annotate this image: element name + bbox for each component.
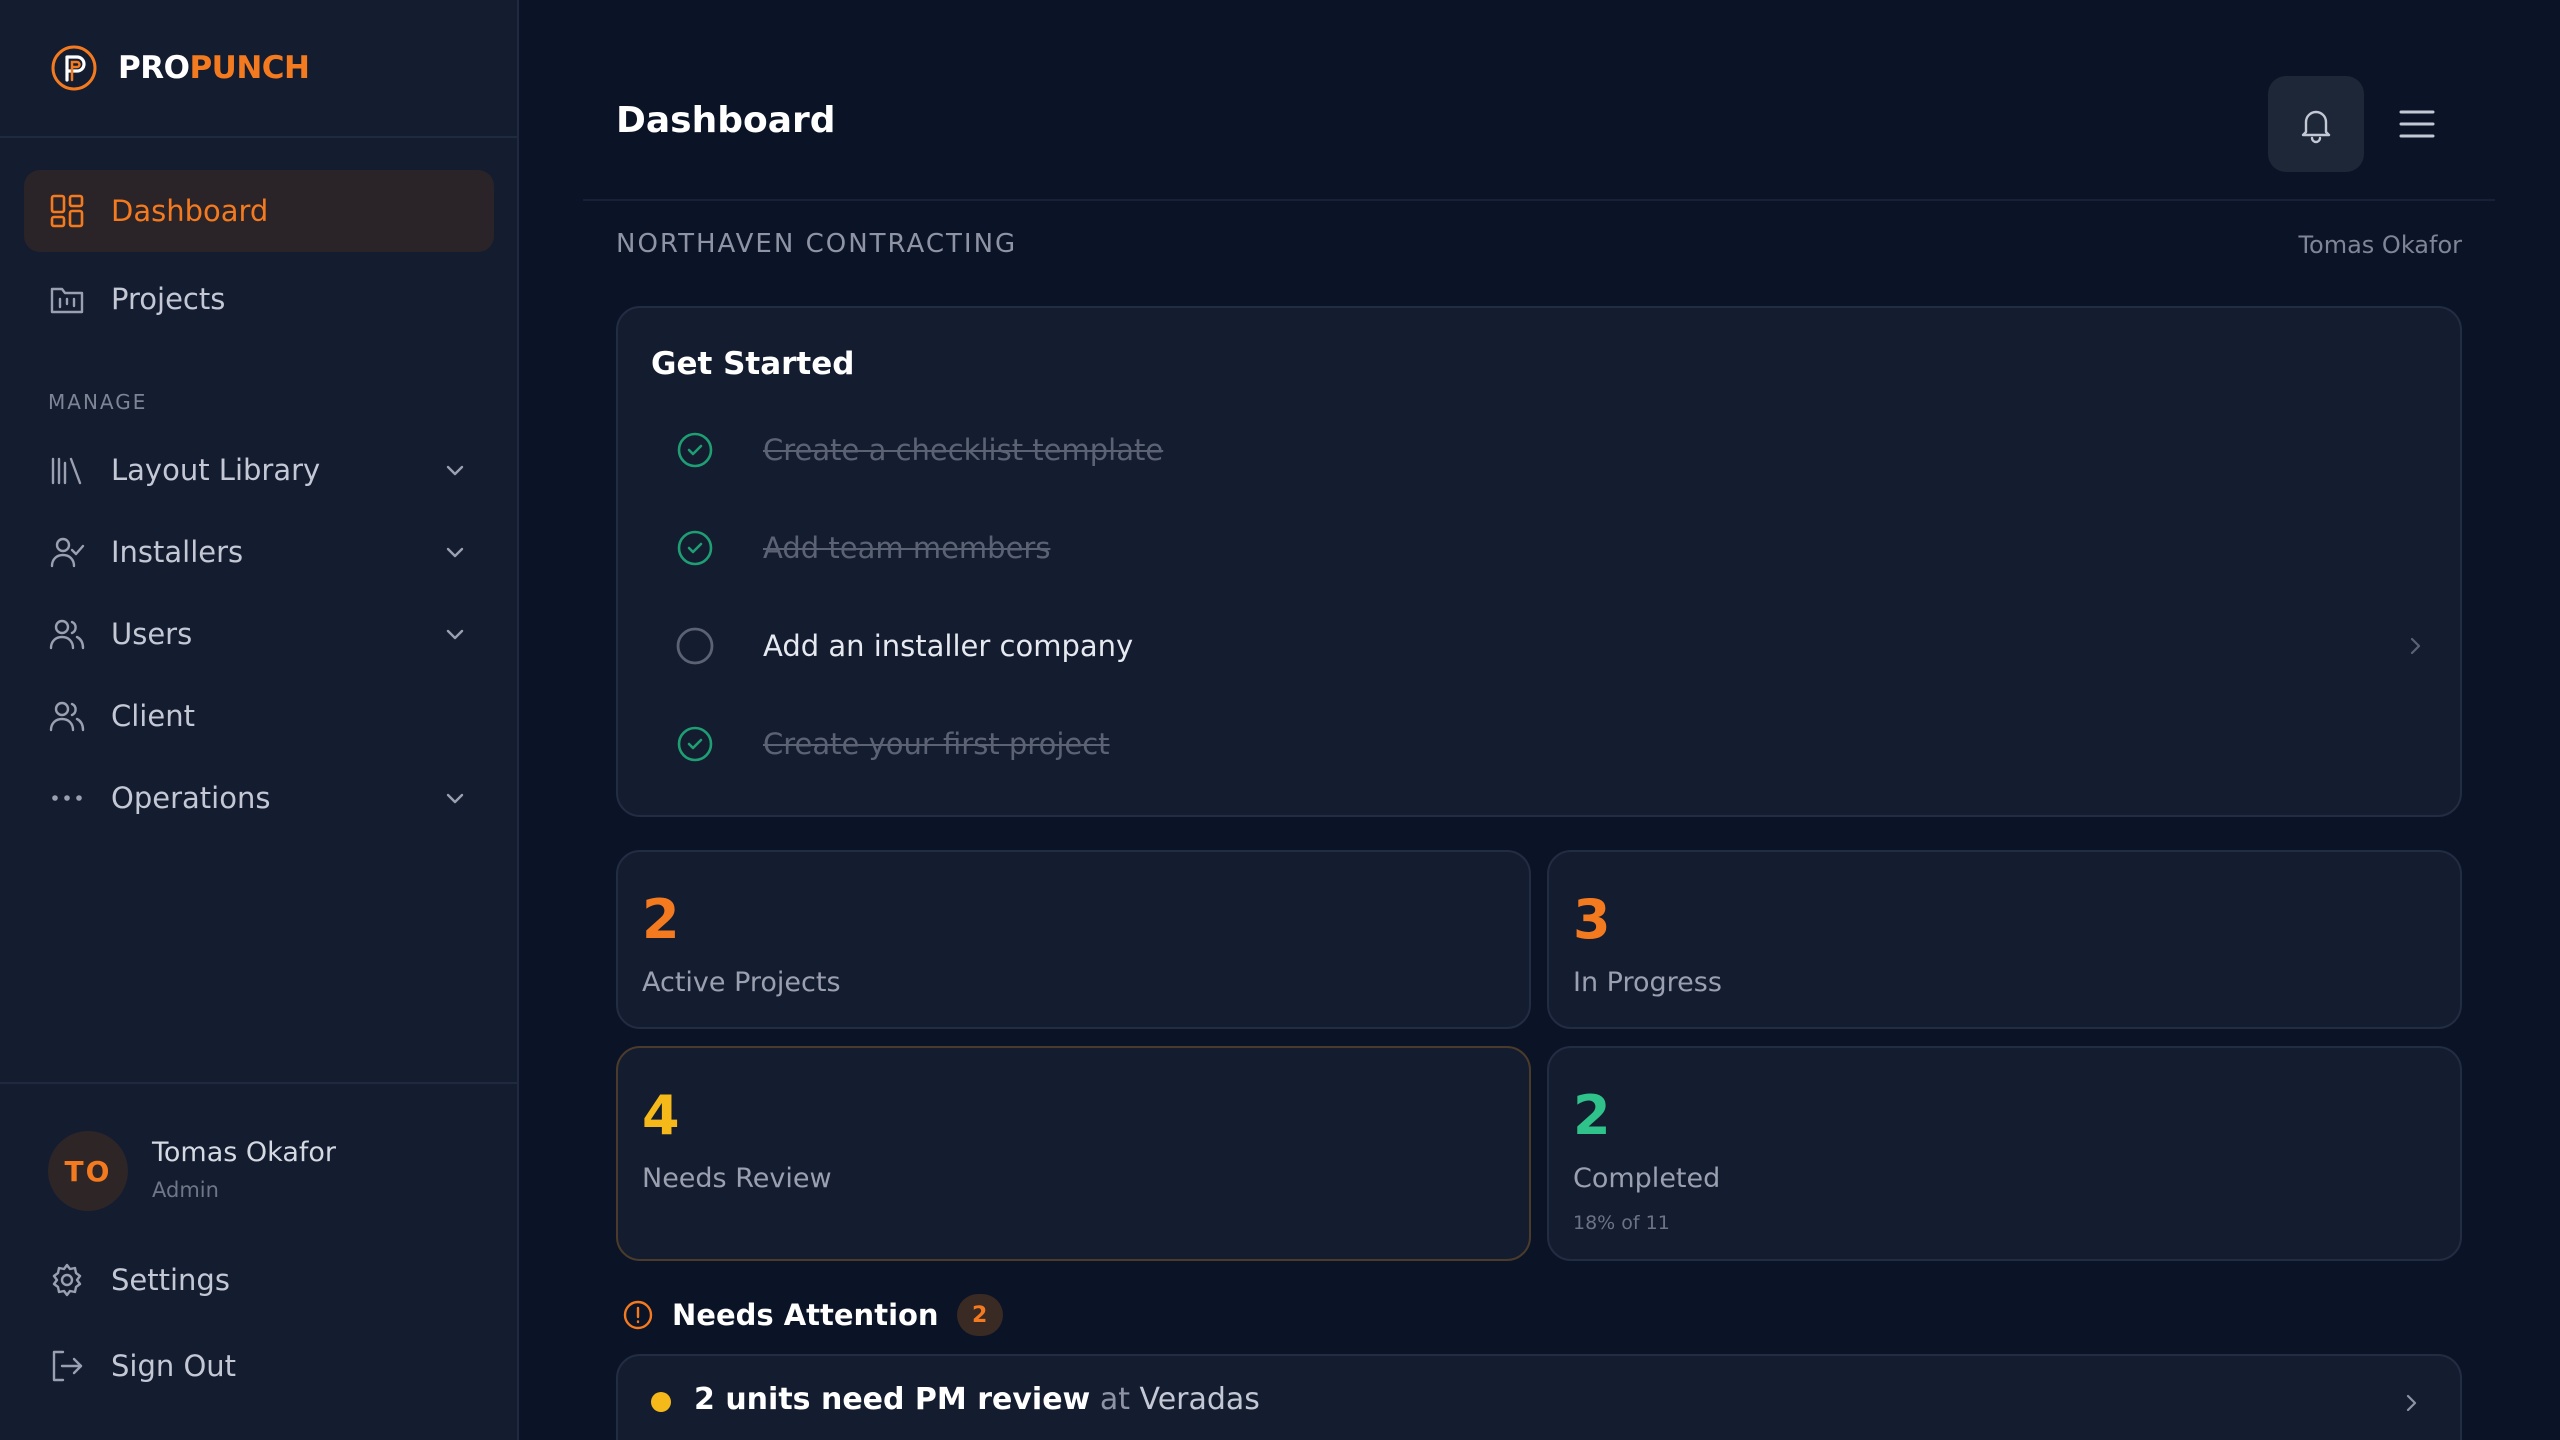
sidebar-item-dashboard[interactable]: Dashboard (24, 170, 494, 252)
checklist-item-label: Add team members (763, 531, 1051, 565)
brand-logo[interactable]: PROPUNCH (48, 42, 310, 94)
header-divider (583, 199, 2495, 201)
checklist-item-add-installer[interactable]: Add an installer company (675, 616, 2435, 676)
sidebar-item-label: Dashboard (111, 194, 269, 228)
notifications-button[interactable] (2268, 76, 2364, 172)
user-name: Tomas Okafor (152, 1137, 337, 1168)
page-title: Dashboard (616, 100, 836, 141)
stat-sub-label: 18% of 11 (1573, 1212, 1670, 1234)
check-circle-icon (677, 726, 713, 762)
user-role: Admin (152, 1178, 219, 1202)
organization-name: NORTHAVEN CONTRACTING (616, 229, 1018, 259)
library-icon (51, 457, 82, 485)
get-started-card: Get Started Create a checklist template … (616, 306, 2462, 817)
checklist-item[interactable]: Add team members (675, 518, 2435, 578)
sidebar-item-operations[interactable]: Operations (24, 757, 494, 839)
projects-folder-icon (50, 287, 84, 314)
app-root: PROPUNCH Dashboard Projects MANAGE Layou… (0, 0, 2560, 1440)
chevron-down-icon (446, 547, 464, 558)
sign-out-icon (52, 1350, 83, 1382)
attention-item-text: 2 units need PM review at Veradas (694, 1382, 1260, 1417)
stat-value: 3 (1573, 888, 1611, 951)
stat-label: In Progress (1573, 967, 1722, 998)
needs-attention-count-badge: 2 (956, 1294, 1003, 1336)
check-circle-icon (677, 530, 713, 566)
main-content: Dashboard NORTHAVEN CONTRACTING Tomas Ok… (583, 0, 2495, 1440)
stat-card-needs-review[interactable]: 4 Needs Review (616, 1046, 1531, 1261)
sidebar-section-label: MANAGE (48, 390, 148, 414)
checklist-item[interactable]: Create your first project (675, 714, 2435, 774)
dashboard-grid-icon (50, 194, 84, 228)
stat-value: 2 (642, 888, 680, 951)
stat-label: Needs Review (642, 1163, 832, 1194)
avatar: TO (48, 1131, 128, 1211)
attention-item[interactable]: 2 units need PM review at Veradas (616, 1354, 2462, 1440)
stat-value: 4 (642, 1084, 680, 1147)
checklist-item[interactable]: Create a checklist template (675, 420, 2435, 480)
sidebar-item-label: Settings (111, 1263, 230, 1297)
needs-attention-title: Needs Attention (672, 1298, 939, 1332)
chevron-right-icon (2410, 637, 2421, 655)
checklist-item-label: Create a checklist template (763, 433, 1164, 467)
empty-circle-icon (676, 627, 714, 665)
stat-card-active-projects[interactable]: 2 Active Projects (616, 850, 1531, 1029)
sidebar-item-client[interactable]: Client (24, 675, 494, 757)
organization-user: Tomas Okafor (2298, 231, 2462, 259)
status-dot (651, 1392, 671, 1412)
propunch-logo-icon (51, 45, 97, 91)
installer-user-check-icon (50, 537, 85, 568)
stat-card-in-progress[interactable]: 3 In Progress (1547, 850, 2462, 1029)
bell-icon (2301, 110, 2331, 144)
chevron-down-icon (446, 793, 464, 804)
sidebar-item-users[interactable]: Users (24, 593, 494, 675)
gear-icon (52, 1263, 82, 1297)
alert-circle-icon (623, 1300, 653, 1330)
checklist-item-label: Create your first project (763, 727, 1110, 761)
needs-attention-header: Needs Attention 2 (622, 1291, 1003, 1339)
stat-label: Completed (1573, 1163, 1721, 1194)
check-circle-icon (677, 432, 713, 468)
sidebar-item-label: Sign Out (111, 1349, 237, 1383)
sidebar-item-label: Layout Library (111, 453, 321, 487)
sidebar-item-settings[interactable]: Settings (24, 1239, 494, 1321)
chevron-down-icon (446, 465, 464, 476)
sidebar-item-label: Client (111, 699, 195, 733)
get-started-title: Get Started (651, 346, 855, 382)
more-dots-icon (52, 795, 82, 801)
checklist-item-label: Add an installer company (763, 629, 1134, 663)
chevron-down-icon (446, 629, 464, 640)
sidebar-divider (0, 1082, 519, 1084)
users-icon (49, 619, 85, 650)
sidebar-divider (0, 136, 519, 138)
brand-name: PROPUNCH (118, 50, 310, 86)
stat-value: 2 (1573, 1084, 1611, 1147)
hamburger-menu-icon[interactable] (2393, 100, 2441, 148)
sidebar-item-layout-library[interactable]: Layout Library (24, 429, 494, 511)
sidebar-item-label: Installers (111, 535, 244, 569)
sidebar: PROPUNCH Dashboard Projects MANAGE Layou… (0, 0, 519, 1440)
stat-label: Active Projects (642, 967, 841, 998)
client-users-icon (49, 701, 85, 732)
sidebar-item-label: Users (111, 617, 193, 651)
chevron-right-icon (2406, 1394, 2417, 1412)
sidebar-item-sign-out[interactable]: Sign Out (24, 1325, 494, 1407)
sidebar-item-label: Projects (111, 282, 226, 316)
stat-card-completed[interactable]: 2 Completed 18% of 11 (1547, 1046, 2462, 1261)
sidebar-item-label: Operations (111, 781, 271, 815)
sidebar-item-installers[interactable]: Installers (24, 511, 494, 593)
sidebar-item-projects[interactable]: Projects (24, 258, 494, 340)
